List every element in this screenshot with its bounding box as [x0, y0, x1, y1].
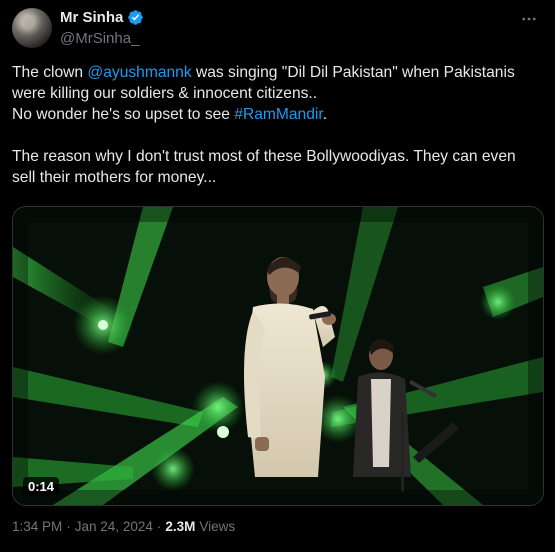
verified-badge-icon — [128, 10, 144, 25]
views-label: Views — [199, 519, 236, 534]
views-count[interactable]: 2.3M — [165, 519, 195, 534]
tweet-text: The clown @ayushmannk was singing "Dil D… — [12, 62, 542, 188]
more-options-button[interactable] — [519, 10, 539, 28]
text-segment: The clown — [12, 64, 88, 81]
tweet-date[interactable]: Jan 24, 2024 — [75, 519, 153, 534]
meta-separator: · — [156, 519, 162, 534]
avatar[interactable] — [12, 8, 52, 48]
video-thumbnail — [13, 207, 543, 505]
text-segment: . — [322, 106, 328, 123]
video-player[interactable]: 0:14 — [12, 206, 544, 506]
hashtag-link[interactable]: #RamMandir — [234, 106, 322, 123]
tweet-time[interactable]: 1:34 PM — [12, 519, 62, 534]
author-name-row[interactable]: Mr Sinha — [60, 9, 144, 26]
text-segment: No wonder he's so upset to see — [12, 106, 235, 123]
meta-separator: · — [66, 519, 71, 534]
tweet-paragraph-1: The clown @ayushmannk was singing "Dil D… — [12, 62, 542, 104]
tweet: Mr Sinha @MrSinha_ The clown @ayushmannk… — [0, 0, 555, 552]
author-handle[interactable]: @MrSinha_ — [60, 30, 139, 47]
tweet-paragraph-3: The reason why I don't trust most of the… — [12, 148, 516, 186]
tweet-meta: 1:34 PM · Jan 24, 2024 · 2.3M Views — [12, 519, 235, 534]
tweet-paragraph-2: No wonder he's so upset to see #RamMandi… — [12, 104, 542, 125]
more-dots-icon — [522, 17, 536, 21]
video-duration-badge: 0:14 — [23, 477, 60, 496]
mention-link[interactable]: @ayushmannk — [87, 64, 191, 81]
author-name[interactable]: Mr Sinha — [60, 9, 123, 26]
